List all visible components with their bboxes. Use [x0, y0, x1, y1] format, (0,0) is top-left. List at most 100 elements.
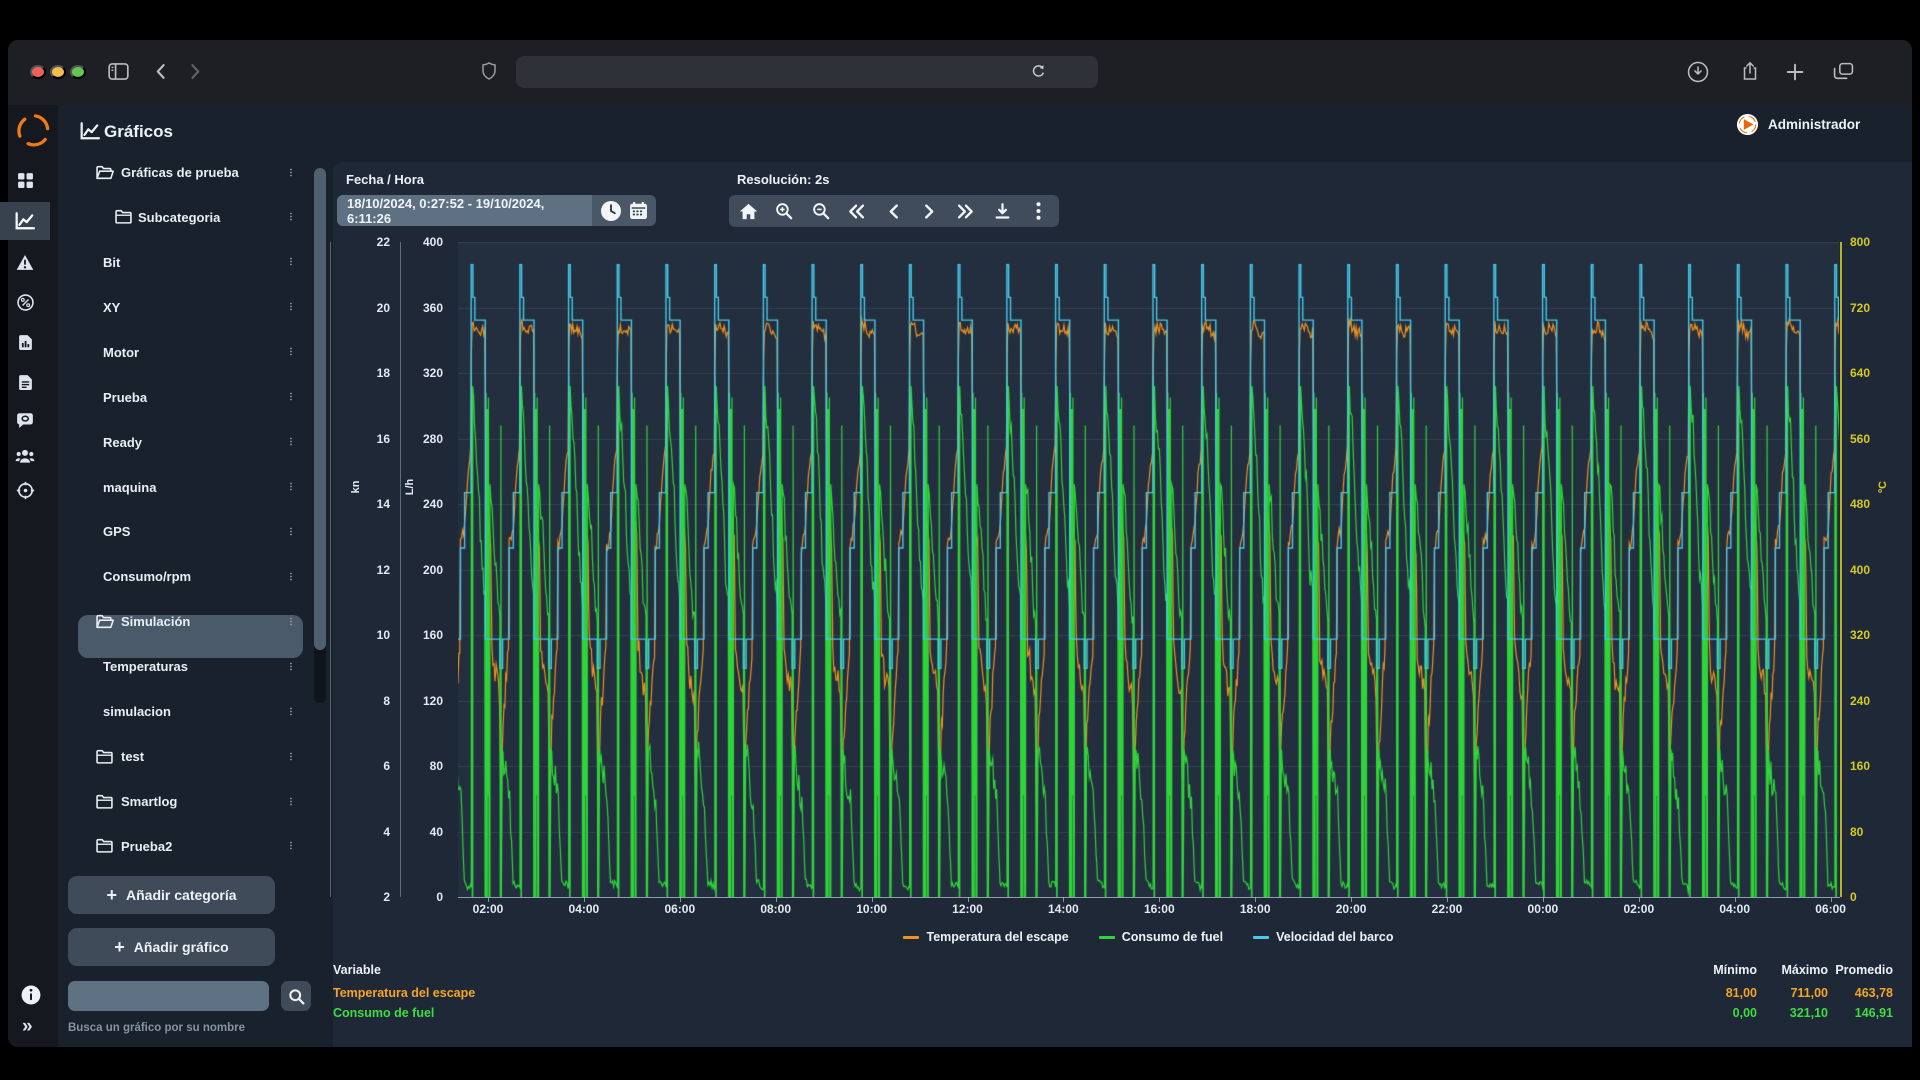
zoom-in-icon[interactable] — [767, 195, 801, 227]
item-menu-kebab-icon[interactable] — [284, 612, 298, 630]
page-title: Gráficos — [104, 122, 173, 141]
sidebar-scrollbar-thumb[interactable] — [314, 168, 326, 650]
zoom-window-button[interactable] — [70, 65, 86, 79]
sidebar-item-label: Motor — [103, 344, 140, 360]
rail-item-documents-icon[interactable] — [0, 363, 50, 401]
info-icon[interactable] — [21, 985, 41, 1005]
shield-icon[interactable] — [481, 62, 497, 80]
rail-item-alerts-icon[interactable] — [0, 243, 50, 281]
item-menu-kebab-icon[interactable] — [284, 792, 298, 810]
rail-item-navigation-icon[interactable] — [0, 471, 50, 509]
rail-item-charts-icon[interactable] — [0, 202, 50, 240]
item-menu-kebab-icon[interactable] — [284, 163, 298, 181]
axis-tick-label: 20 — [376, 300, 390, 315]
item-menu-kebab-icon[interactable] — [284, 343, 298, 361]
item-menu-kebab-icon[interactable] — [284, 388, 298, 406]
legend-item[interactable]: Consumo de fuel — [1098, 930, 1224, 944]
tab-overview-icon[interactable] — [1833, 62, 1854, 81]
axis-tick-label: 120 — [422, 693, 443, 708]
search-button[interactable] — [281, 981, 311, 1011]
seek-end-icon[interactable] — [949, 195, 983, 227]
chart-canvas[interactable] — [458, 242, 1839, 897]
axis-tick-label: 10 — [376, 628, 390, 642]
date-range-picker[interactable]: 18/10/2024, 0:27:52 - 19/10/2024, 6:11:2… — [337, 195, 656, 226]
x-axis-tick-mark — [1638, 897, 1640, 902]
item-menu-kebab-icon[interactable] — [284, 657, 298, 675]
axis-tick-label: 800 — [1850, 235, 1871, 249]
legend-item[interactable]: Temperatura del escape — [903, 930, 1069, 944]
collapse-sidebar-icon[interactable]: » — [22, 1016, 33, 1038]
sidebar-item-label: Consumo/rpm — [103, 569, 192, 585]
date-label: Fecha / Hora — [346, 172, 425, 187]
item-menu-kebab-icon[interactable] — [284, 567, 298, 585]
axis-tick-label: 480 — [1850, 497, 1871, 511]
item-menu-kebab-icon[interactable] — [284, 253, 298, 271]
minimize-button[interactable] — [50, 65, 66, 79]
rail-item-dashboard-icon[interactable] — [0, 161, 50, 199]
axis-tick-label: 80 — [429, 759, 443, 773]
stats-cell: Consumo de fuel — [333, 1006, 435, 1020]
add-category-button[interactable]: + Añadir categoría — [68, 876, 275, 914]
item-menu-kebab-icon[interactable] — [284, 522, 298, 540]
calendar-icon[interactable] — [629, 201, 648, 220]
user-name[interactable]: Administrador — [1768, 117, 1860, 132]
downloads-icon[interactable] — [1687, 61, 1709, 83]
x-axis-tick-label: 06:00 — [1815, 902, 1846, 916]
sidebar-item-label: Temperaturas — [103, 659, 189, 675]
axis-tick-label: 6 — [383, 759, 390, 773]
back-icon[interactable] — [153, 63, 170, 80]
seek-start-icon[interactable] — [840, 195, 874, 227]
screen: » Gráficos Administrador Gráficas de pru… — [0, 0, 1920, 1080]
axis-tick-label: 320 — [1850, 628, 1871, 642]
folder-open-icon — [96, 165, 114, 180]
x-axis-tick-mark — [1447, 897, 1448, 902]
download-icon[interactable] — [985, 195, 1019, 227]
rail-item-percent-icon[interactable] — [0, 283, 50, 321]
lh-axis-unit: L/h — [404, 478, 416, 496]
legend-label: Consumo de fuel — [1121, 930, 1224, 944]
axis-tick-label: 14 — [376, 497, 390, 511]
sidebar-item-label: maquina — [103, 479, 157, 495]
step-forward-icon[interactable] — [913, 195, 947, 227]
rail-item-reports-icon[interactable] — [0, 323, 50, 361]
folder-open-icon — [96, 614, 114, 629]
axis-tick-label: 640 — [1850, 366, 1871, 380]
axis-tick-label: 240 — [1850, 693, 1871, 708]
avatar[interactable] — [1736, 113, 1759, 136]
axis-tick-label: 12 — [376, 562, 390, 577]
sidebar-toggle-icon[interactable] — [108, 62, 129, 81]
x-axis-tick-label: 00:00 — [1527, 902, 1559, 916]
step-back-icon[interactable] — [876, 195, 910, 227]
rail-item-comments-icon[interactable] — [0, 401, 50, 439]
item-menu-kebab-icon[interactable] — [284, 702, 298, 720]
home-icon[interactable] — [731, 195, 765, 227]
add-chart-button[interactable]: + Añadir gráfico — [68, 928, 275, 966]
axis-tick-label: 80 — [1850, 824, 1864, 839]
legend-item[interactable]: Velocidad del barco — [1253, 930, 1394, 944]
more-icon[interactable] — [1021, 195, 1055, 227]
x-axis-tick-label: 14:00 — [1048, 902, 1079, 916]
sidebar-item-label: Prueba — [103, 389, 148, 405]
axis-tick-label: 360 — [422, 300, 443, 315]
axis-tick-label: 400 — [422, 235, 443, 249]
close-button[interactable] — [30, 65, 46, 79]
x-axis-tick-label: 10:00 — [856, 902, 887, 916]
rail-item-users-icon[interactable] — [0, 437, 50, 475]
new-tab-icon[interactable] — [1786, 63, 1804, 81]
brand-logo-icon[interactable] — [15, 112, 52, 149]
item-menu-kebab-icon[interactable] — [284, 478, 298, 496]
zoom-out-icon[interactable] — [804, 195, 838, 227]
item-menu-kebab-icon[interactable] — [284, 298, 298, 316]
item-menu-kebab-icon[interactable] — [284, 208, 298, 226]
search-input[interactable] — [68, 981, 269, 1011]
item-menu-kebab-icon[interactable] — [284, 433, 298, 451]
item-menu-kebab-icon[interactable] — [284, 837, 298, 855]
url-bar[interactable] — [516, 56, 1098, 88]
share-icon[interactable] — [1741, 61, 1759, 81]
x-axis-tick-label: 06:00 — [664, 902, 696, 916]
date-range-value[interactable]: 18/10/2024, 0:27:52 - 19/10/2024, 6:11:2… — [337, 195, 592, 226]
item-menu-kebab-icon[interactable] — [284, 747, 298, 765]
forward-icon[interactable] — [186, 63, 203, 80]
reload-icon[interactable] — [1031, 64, 1046, 79]
clock-icon[interactable] — [600, 200, 622, 222]
